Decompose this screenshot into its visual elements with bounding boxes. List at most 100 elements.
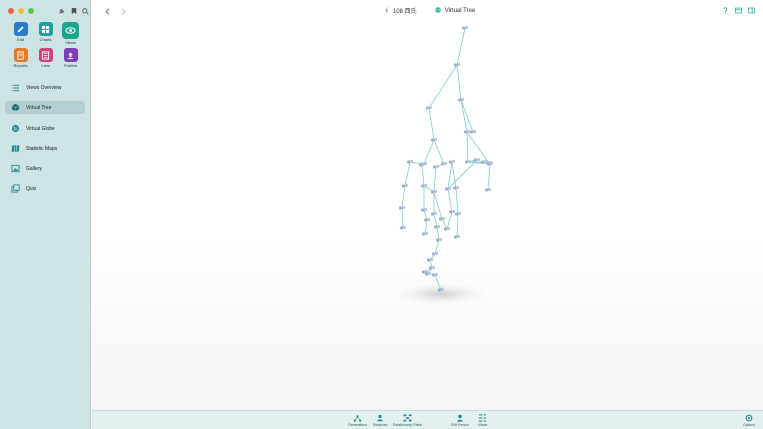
tile-reports[interactable]: Reports xyxy=(8,48,33,68)
toolbar-label: Relationship Paths xyxy=(393,423,423,427)
toolbar-label: Edit Person xyxy=(451,423,470,427)
sidebar-nav: Views Overview Virtual Tree Virtual Glob… xyxy=(5,81,85,202)
tile-label: Edit xyxy=(17,37,24,42)
tile-label: Charts xyxy=(39,37,52,42)
views-button[interactable]: Views xyxy=(478,414,487,427)
tile-label: Lists xyxy=(41,63,50,68)
options-button[interactable]: Options xyxy=(743,414,755,427)
tree-edge xyxy=(401,207,404,229)
tree-edge xyxy=(456,64,462,101)
tile-views[interactable]: Views xyxy=(58,22,83,45)
tile-label: Views xyxy=(65,40,76,45)
tree-edge xyxy=(455,187,459,215)
sidebar-item-virtual-tree[interactable]: Virtual Tree xyxy=(5,101,85,114)
sidebar-item-label: Statistic Maps xyxy=(26,145,58,152)
chart-grid-icon xyxy=(38,22,53,36)
bookmark-icon[interactable] xyxy=(70,7,77,15)
edit-person-icon xyxy=(456,414,465,422)
forward-button[interactable] xyxy=(119,6,127,16)
sidebar-item-statistic-maps[interactable]: Statistic Maps xyxy=(5,142,85,155)
sidebar-item-label: Virtual Tree xyxy=(26,104,52,111)
sidebar-item-quiz[interactable]: Quiz xyxy=(5,182,85,195)
tile-charts[interactable]: Charts xyxy=(33,22,58,45)
pin-icon[interactable] xyxy=(58,7,65,15)
tree-edge xyxy=(446,211,453,230)
tree-edge xyxy=(456,213,459,238)
statistic-maps-icon xyxy=(11,144,20,153)
tree-edge xyxy=(433,139,445,165)
title-tools xyxy=(722,7,755,14)
sidebar-item-label: Virtual Globe xyxy=(26,125,55,132)
tree-edge xyxy=(434,239,440,255)
close-window-button[interactable] xyxy=(8,8,14,14)
history-nav xyxy=(103,6,127,16)
relatives-button[interactable]: Relatives xyxy=(373,414,387,427)
back-button[interactable] xyxy=(103,6,111,16)
tree-edge xyxy=(428,107,435,141)
tree-edge xyxy=(401,185,406,209)
toolbar-label: Options xyxy=(743,423,756,427)
sidebar-item-virtual-globe[interactable]: Virtual Globe xyxy=(5,122,85,135)
report-icon xyxy=(13,48,28,62)
tree-graphic[interactable] xyxy=(92,22,763,410)
virtual-tree-icon xyxy=(11,103,20,112)
title-count: 108 西氏 xyxy=(393,9,417,15)
person-node[interactable] xyxy=(473,157,481,162)
title-view: Virtual Tree xyxy=(444,7,476,14)
window-title: 108 西氏 Virtual Tree xyxy=(385,6,475,15)
tree-edge xyxy=(428,64,458,109)
tree-edge xyxy=(433,166,437,193)
views-overview-icon xyxy=(11,83,20,92)
tree-edge xyxy=(433,213,438,228)
sidebar: Edit Charts Views Reports Lists Publish … xyxy=(0,0,91,429)
relatives-icon xyxy=(376,414,385,422)
tree-edge xyxy=(404,161,411,187)
help-icon[interactable] xyxy=(722,7,729,14)
toolbar-label: Relatives xyxy=(373,423,388,427)
zoom-window-button[interactable] xyxy=(28,8,34,14)
tree-edge xyxy=(456,27,466,66)
tile-edit[interactable]: Edit xyxy=(8,22,33,45)
bottom-toolbar: Generations Relatives Relationship Paths… xyxy=(92,410,763,429)
tile-label: Reports xyxy=(13,63,28,68)
person-node[interactable] xyxy=(469,129,477,134)
tree-edge xyxy=(487,163,491,191)
sidebar-item-label: Views Overview xyxy=(26,84,62,91)
list-icon xyxy=(38,48,53,62)
generations-button[interactable]: Generations xyxy=(348,414,367,427)
quiz-icon xyxy=(11,184,20,193)
globe-icon xyxy=(11,124,20,133)
sidebar-toggle-icon[interactable] xyxy=(748,7,755,14)
minimize-window-button[interactable] xyxy=(18,8,24,14)
sidebar-item-gallery[interactable]: Gallery xyxy=(5,162,85,175)
tree-edges xyxy=(401,27,491,291)
gallery-icon xyxy=(11,164,20,173)
tree-edge xyxy=(436,226,440,241)
tree-edge xyxy=(424,219,428,235)
person-node[interactable] xyxy=(440,161,448,166)
tile-publish[interactable]: Publish xyxy=(58,48,83,68)
function-tiles: Edit Charts Views Reports Lists Publish xyxy=(8,22,83,68)
tree-edge xyxy=(460,99,474,133)
edit-person-button[interactable]: Edit Person xyxy=(451,414,469,427)
generations-icon xyxy=(353,414,362,422)
tree-edge xyxy=(466,131,469,163)
sidebar-item-views-overview[interactable]: Views Overview xyxy=(5,81,85,94)
view-badge-icon xyxy=(434,6,441,15)
tree-edge xyxy=(421,164,425,187)
tree-edge xyxy=(441,218,448,230)
virtual-tree-canvas[interactable] xyxy=(92,22,763,410)
relationship-paths-icon xyxy=(403,414,412,422)
window-panel-icon[interactable] xyxy=(735,7,742,14)
pencil-icon xyxy=(13,22,28,36)
search-icon[interactable] xyxy=(82,7,89,15)
relationship-paths-button[interactable]: Relationship Paths xyxy=(393,414,422,427)
tile-lists[interactable]: Lists xyxy=(33,48,58,68)
views-icon xyxy=(478,414,487,422)
sidebar-tools xyxy=(58,7,89,15)
tile-label: Publish xyxy=(63,63,78,68)
toolbar-label: Generations xyxy=(348,423,368,427)
tree-edge xyxy=(447,188,453,213)
sidebar-item-label: Quiz xyxy=(26,185,37,192)
tree-nodes xyxy=(398,25,494,292)
